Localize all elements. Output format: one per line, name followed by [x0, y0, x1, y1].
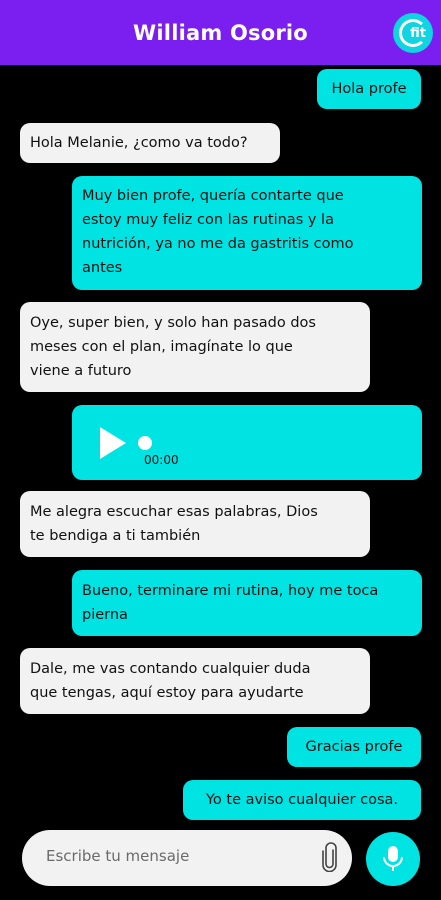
record-audio-button[interactable] — [366, 832, 420, 886]
message-line: meses con el plan, imagínate lo que — [30, 339, 293, 355]
contact-name: William Osorio — [133, 20, 308, 45]
message-input[interactable]: Escribe tu mensaje — [22, 830, 352, 886]
audio-progress-handle[interactable] — [138, 436, 152, 450]
message-incoming[interactable]: Me alegra escuchar esas palabras, Dios t… — [20, 491, 370, 557]
audio-message[interactable]: 00:00 — [72, 405, 422, 480]
message-text: Gracias profe — [305, 739, 403, 755]
message-text: Yo te aviso cualquier cosa. — [205, 792, 399, 808]
message-line: nutrición, ya no me da gastritis como — [82, 236, 354, 252]
logo-ring — [399, 19, 427, 47]
message-line: te bendiga a ti también — [30, 528, 201, 544]
message-incoming[interactable]: Oye, super bien, y solo han pasado dos m… — [20, 302, 370, 392]
message-line: Me alegra escuchar esas palabras, Dios — [30, 504, 318, 520]
message-line: Dale, me vas contando cualquier duda — [30, 661, 311, 677]
message-outgoing[interactable]: Hola profe — [317, 69, 421, 109]
message-outgoing[interactable]: Yo te aviso cualquier cosa. — [183, 780, 421, 820]
play-icon[interactable] — [100, 427, 126, 459]
message-line: viene a futuro — [30, 363, 132, 379]
message-text: Hola Melanie, ¿como va todo? — [30, 135, 248, 151]
message-line: pierna — [82, 607, 128, 623]
message-outgoing[interactable]: Gracias profe — [287, 727, 421, 767]
message-line: Oye, super bien, y solo han pasado dos — [30, 315, 316, 331]
microphone-icon — [383, 846, 403, 871]
message-input-placeholder: Escribe tu mensaje — [46, 847, 190, 865]
message-line: antes — [82, 260, 123, 276]
message-incoming[interactable]: Hola Melanie, ¿como va todo? — [20, 123, 280, 163]
message-text: Hola profe — [331, 81, 407, 97]
message-incoming[interactable]: Dale, me vas contando cualquier duda que… — [20, 648, 370, 714]
message-outgoing[interactable]: Muy bien profe, quería contarte que esto… — [72, 176, 422, 290]
chat-header: William Osorio fit — [0, 0, 441, 65]
audio-duration: 00:00 — [144, 453, 179, 467]
app-logo[interactable]: fit — [393, 13, 433, 53]
message-outgoing[interactable]: Bueno, terminare mi rutina, hoy me toca … — [72, 570, 422, 636]
paperclip-icon[interactable] — [322, 842, 338, 872]
message-line: Muy bien profe, quería contarte que — [82, 188, 344, 204]
message-line: estoy muy feliz con las rutinas y la — [82, 212, 334, 228]
message-line: que tengas, aquí estoy para ayudarte — [30, 685, 304, 701]
message-line: Bueno, terminare mi rutina, hoy me toca — [82, 583, 379, 599]
